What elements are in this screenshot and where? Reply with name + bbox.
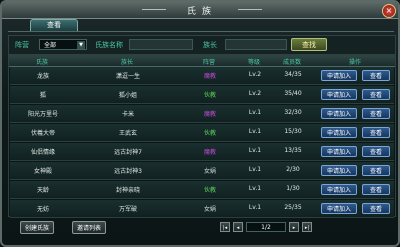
clan-level: Lv.1 bbox=[248, 128, 262, 135]
header-camp: 阵营 bbox=[202, 59, 215, 66]
header-leader: 族长 bbox=[120, 59, 133, 66]
clan-level: Lv.2 bbox=[248, 90, 262, 97]
table-row[interactable]: 仙侣情缘 远古封神7 魔教 Lv.1 13/35 申请加入 查看 bbox=[10, 143, 394, 161]
search-button[interactable]: 查找 bbox=[291, 38, 327, 51]
clan-name: 仙侣情缘 bbox=[30, 149, 55, 156]
clan-camp: 伙教 bbox=[203, 92, 216, 99]
clan-leader: 潇逗一生 bbox=[115, 73, 140, 80]
clan-members: 15/30 bbox=[284, 128, 302, 135]
next-page-icon[interactable]: ▸ bbox=[289, 222, 299, 232]
clan-members: 34/35 bbox=[284, 71, 302, 78]
clan-name: 无妨 bbox=[36, 206, 49, 213]
clan-leader: 封神亲晓 bbox=[115, 187, 140, 194]
tab-view[interactable]: 查看 bbox=[30, 19, 78, 31]
table-row[interactable]: 阳光万里号 卡米 魔教 Lv.1 32/30 申请加入 查看 bbox=[10, 105, 394, 123]
clan-members: 1/30 bbox=[286, 185, 300, 192]
clan-camp: 伙教 bbox=[203, 187, 216, 194]
clan-name-input[interactable] bbox=[129, 39, 193, 50]
chevron-down-icon[interactable]: ▼ bbox=[77, 41, 85, 49]
clan-members: 25/35 bbox=[284, 204, 302, 211]
tab-strip: 查看 bbox=[8, 19, 394, 32]
clan-level: Lv.1 bbox=[248, 204, 262, 211]
apply-join-button[interactable]: 申请加入 bbox=[321, 70, 357, 81]
page-indicator: 1/2 bbox=[246, 222, 286, 232]
view-button[interactable]: 查看 bbox=[362, 108, 390, 119]
apply-join-button[interactable]: 申请加入 bbox=[321, 165, 357, 176]
table-row[interactable]: 龙族 潇逗一生 魔教 Lv.2 34/35 申请加入 查看 bbox=[10, 67, 394, 85]
leader-label: 族长 bbox=[203, 41, 217, 49]
filter-bar: 阵营 全部 ▼ 氏族名称 族长 查找 bbox=[8, 35, 396, 55]
table-row[interactable]: 狐 狐小姐 伙教 Lv.2 35/40 申请加入 查看 bbox=[10, 86, 394, 104]
leader-input[interactable] bbox=[225, 39, 287, 50]
clan-leader: 远古封神3 bbox=[114, 168, 142, 175]
camp-select-value: 全部 bbox=[44, 42, 57, 49]
clan-window: 氏族 × 查看 阵营 全部 ▼ 氏族名称 族长 查找 氏族 族长 阵营 等级 成… bbox=[0, 0, 400, 247]
apply-join-button[interactable]: 申请加入 bbox=[321, 203, 357, 214]
clan-members: 13/35 bbox=[284, 147, 302, 154]
clan-camp: 魔教 bbox=[203, 73, 216, 80]
window-title: 氏族 bbox=[186, 7, 217, 17]
clan-level: Lv.1 bbox=[248, 185, 262, 192]
clan-name: 天龄 bbox=[36, 187, 49, 194]
view-button[interactable]: 查看 bbox=[362, 184, 390, 195]
clan-leader: 王武玄 bbox=[118, 130, 137, 137]
title-ornament-right bbox=[238, 9, 262, 10]
clan-table: 氏族 族长 阵营 等级 成员数 操作 龙族 潇逗一生 魔教 Lv.2 34/35… bbox=[8, 55, 396, 218]
view-button[interactable]: 查看 bbox=[362, 203, 390, 214]
clan-level: Lv.1 bbox=[248, 109, 262, 116]
clan-camp: 伙教 bbox=[203, 130, 216, 137]
last-page-icon[interactable]: ▸| bbox=[302, 222, 312, 232]
footer-bar: 创建氏族 邀请列表 |◂ ◂ 1/2 ▸ ▸| bbox=[8, 219, 394, 237]
table-row[interactable]: 伏羲大帝 王武玄 伙教 Lv.1 15/30 申请加入 查看 bbox=[10, 124, 394, 142]
clan-leader: 卡米 bbox=[121, 111, 134, 118]
apply-join-button[interactable]: 申请加入 bbox=[321, 184, 357, 195]
header-name: 氏族 bbox=[35, 59, 48, 66]
view-button[interactable]: 查看 bbox=[362, 146, 390, 157]
table-row[interactable]: 女神殿 远古封神3 女娲 Lv.1 2/30 申请加入 查看 bbox=[10, 162, 394, 180]
apply-join-button[interactable]: 申请加入 bbox=[321, 146, 357, 157]
table-row[interactable]: 无妨 万军破 女娲 Lv.1 25/35 申请加入 查看 bbox=[10, 200, 394, 218]
clan-name: 狐 bbox=[39, 92, 46, 99]
clan-level: Lv.2 bbox=[248, 71, 262, 78]
view-button[interactable]: 查看 bbox=[362, 127, 390, 138]
clan-members: 2/30 bbox=[286, 166, 300, 173]
view-button[interactable]: 查看 bbox=[362, 165, 390, 176]
apply-join-button[interactable]: 申请加入 bbox=[321, 108, 357, 119]
clan-leader: 狐小姐 bbox=[118, 92, 137, 99]
table-header: 氏族 族长 阵营 等级 成员数 操作 bbox=[9, 56, 395, 67]
header-level: 等级 bbox=[247, 59, 260, 66]
clan-name: 阳光万里号 bbox=[27, 111, 58, 118]
clan-leader: 远古封神7 bbox=[114, 149, 142, 156]
clan-name: 伏羲大帝 bbox=[30, 130, 55, 137]
invite-list-button[interactable]: 邀请列表 bbox=[72, 221, 106, 234]
clan-camp: 魔教 bbox=[203, 149, 216, 156]
clan-name: 龙族 bbox=[36, 73, 49, 80]
table-row[interactable]: 天龄 封神亲晓 伙教 Lv.1 1/30 申请加入 查看 bbox=[10, 181, 394, 199]
camp-label: 阵营 bbox=[15, 41, 29, 49]
header-actions: 操作 bbox=[348, 59, 361, 66]
clan-level: Lv.1 bbox=[248, 147, 262, 154]
close-icon[interactable]: × bbox=[382, 4, 396, 18]
camp-select[interactable]: 全部 ▼ bbox=[39, 39, 87, 50]
clan-leader: 万军破 bbox=[118, 206, 137, 213]
clan-level: Lv.1 bbox=[248, 166, 262, 173]
clan-camp: 女娲 bbox=[203, 168, 216, 175]
apply-join-button[interactable]: 申请加入 bbox=[321, 89, 357, 100]
view-button[interactable]: 查看 bbox=[362, 70, 390, 81]
clan-camp: 女娲 bbox=[203, 206, 216, 213]
title-ornament-left bbox=[142, 9, 166, 10]
title-bar[interactable]: 氏族 × bbox=[2, 2, 398, 19]
first-page-icon[interactable]: |◂ bbox=[220, 222, 230, 232]
header-members: 成员数 bbox=[282, 59, 301, 66]
clan-members: 32/30 bbox=[284, 109, 302, 116]
clan-name-label: 氏族名称 bbox=[95, 41, 123, 49]
prev-page-icon[interactable]: ◂ bbox=[233, 222, 243, 232]
clan-camp: 魔教 bbox=[203, 111, 216, 118]
clan-members: 35/40 bbox=[284, 90, 302, 97]
apply-join-button[interactable]: 申请加入 bbox=[321, 127, 357, 138]
view-button[interactable]: 查看 bbox=[362, 89, 390, 100]
create-clan-button[interactable]: 创建氏族 bbox=[20, 221, 54, 234]
clan-name: 女神殿 bbox=[33, 168, 52, 175]
